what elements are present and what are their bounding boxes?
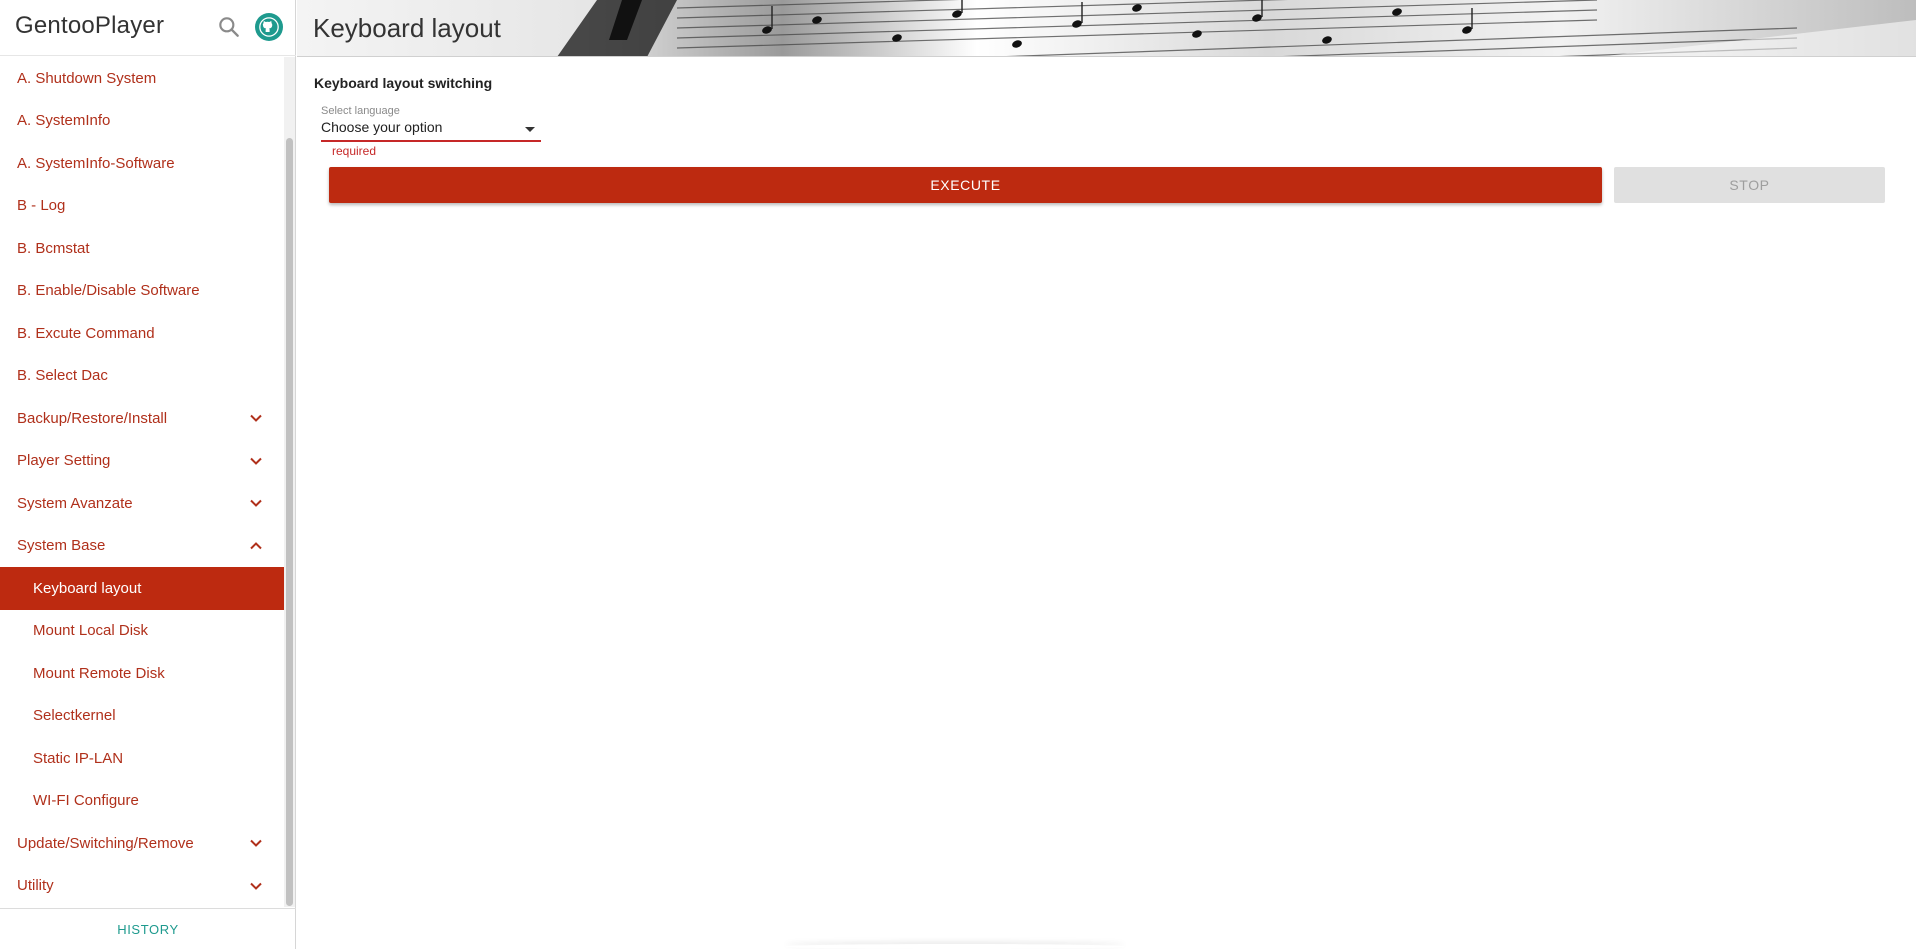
- sidebar-item-label: System Avanzate: [17, 494, 133, 512]
- sidebar-item-player-setting[interactable]: Player Setting: [0, 440, 284, 483]
- sidebar-nav: A. Shutdown System A. SystemInfo A. System…: [0, 57, 284, 907]
- app-title: GentooPlayer: [15, 12, 165, 39]
- sidebar-item-label: A. Shutdown System: [17, 69, 157, 87]
- sidebar-item-label: Selectkernel: [33, 707, 116, 725]
- header-banner: Keyboard layout: [297, 0, 1916, 57]
- sidebar-item-a-shutdown-system[interactable]: A. Shutdown System: [0, 57, 284, 100]
- sidebar-item-utility[interactable]: Utility: [0, 865, 284, 908]
- chevron-down-icon: [250, 500, 262, 508]
- sidebar-item-update-switching-remove[interactable]: Update/Switching/Remove: [0, 822, 284, 865]
- sidebar-item-label: B. Enable/Disable Software: [17, 282, 200, 300]
- sidebar-item-mount-remote-disk[interactable]: Mount Remote Disk: [0, 652, 284, 695]
- page-title: Keyboard layout: [313, 13, 501, 43]
- sheet-music-background: [557, 0, 1916, 56]
- bottom-sheet-edge: [785, 944, 1125, 949]
- chevron-up-icon: [250, 541, 262, 549]
- select-label: Select language: [321, 105, 400, 117]
- sidebar-item-label: Player Setting: [17, 452, 111, 470]
- stop-button[interactable]: STOP: [1614, 167, 1885, 203]
- select-value: Choose your option: [321, 119, 443, 135]
- sidebar-item-label: Mount Local Disk: [33, 622, 149, 640]
- sidebar-item-b-log[interactable]: B - Log: [0, 185, 284, 228]
- history-button[interactable]: HISTORY: [117, 922, 179, 937]
- sidebar-item-label: B - Log: [17, 197, 66, 215]
- sidebar-item-label: Utility: [17, 877, 54, 895]
- sidebar-item-label: Keyboard layout: [33, 579, 142, 597]
- required-helper-text: required: [332, 144, 377, 158]
- sidebar-item-system-avanzate[interactable]: System Avanzate: [0, 482, 284, 525]
- sidebar-item-static-ip-lan[interactable]: Static IP-LAN: [0, 737, 284, 780]
- execute-button[interactable]: EXECUTE: [329, 167, 1602, 203]
- sidebar-item-b-bcmstat[interactable]: B. Bcmstat: [0, 227, 284, 270]
- sidebar-item-wi-fi-configure[interactable]: WI-FI Configure: [0, 780, 284, 823]
- sidebar-footer: HISTORY: [0, 908, 296, 949]
- sidebar-item-label: A. SystemInfo-Software: [17, 154, 175, 172]
- sidebar-item-keyboard-layout[interactable]: Keyboard layout: [0, 567, 284, 610]
- chevron-down-icon: [250, 415, 262, 423]
- sidebar-item-backup-restore-install[interactable]: Backup/Restore/Install: [0, 397, 284, 440]
- sidebar-item-label: B. Select Dac: [17, 367, 108, 385]
- sidebar-item-mount-local-disk[interactable]: Mount Local Disk: [0, 610, 284, 653]
- sidebar-item-label: System Base: [17, 537, 106, 555]
- search-icon[interactable]: [216, 14, 242, 40]
- sidebar-item-label: B. Excute Command: [17, 324, 155, 342]
- sidebar-item-label: WI-FI Configure: [33, 792, 139, 810]
- sidebar-item-a-systeminfo-software[interactable]: A. SystemInfo-Software: [0, 142, 284, 185]
- dropdown-arrow-icon: [525, 127, 535, 132]
- sidebar-item-label: B. Bcmstat: [17, 239, 90, 257]
- sidebar-item-b-enable-disable-software[interactable]: B. Enable/Disable Software: [0, 270, 284, 313]
- chevron-down-icon: [250, 882, 262, 890]
- sidebar-item-b-select-dac[interactable]: B. Select Dac: [0, 355, 284, 398]
- chevron-down-icon: [250, 457, 262, 465]
- sidebar-item-b-excute-command[interactable]: B. Excute Command: [0, 312, 284, 355]
- language-select[interactable]: Select language Choose your option: [321, 104, 541, 142]
- sidebar-header: GentooPlayer: [0, 0, 296, 56]
- chevron-down-icon: [250, 840, 262, 848]
- github-icon[interactable]: [255, 13, 283, 41]
- sidebar-item-selectkernel[interactable]: Selectkernel: [0, 695, 284, 738]
- sidebar: GentooPlayer A. Shutdown System A. System…: [0, 0, 296, 949]
- sidebar-item-system-base[interactable]: System Base: [0, 525, 284, 568]
- sidebar-item-label: Mount Remote Disk: [33, 664, 165, 682]
- sidebar-item-label: Static IP-LAN: [33, 749, 124, 767]
- sidebar-item-label: Update/Switching/Remove: [17, 834, 194, 852]
- sidebar-item-label: A. SystemInfo: [17, 112, 111, 130]
- section-title: Keyboard layout switching: [314, 75, 493, 91]
- sidebar-item-a-systeminfo[interactable]: A. SystemInfo: [0, 100, 284, 143]
- sidebar-scrollbar-thumb[interactable]: [286, 138, 293, 906]
- sidebar-item-label: Backup/Restore/Install: [17, 409, 168, 427]
